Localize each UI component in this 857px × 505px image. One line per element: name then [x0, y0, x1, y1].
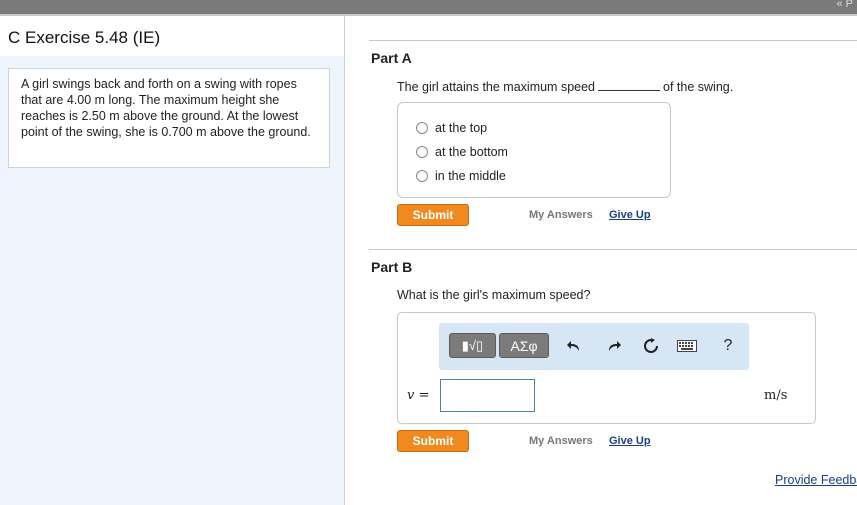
- part-b-divider: [369, 249, 857, 250]
- part-a-my-answers-link[interactable]: My Answers: [529, 209, 593, 221]
- provide-feedback-link[interactable]: Provide Feedback: [775, 473, 857, 487]
- keyboard-icon[interactable]: [676, 335, 698, 357]
- part-b-give-up-link[interactable]: Give Up: [609, 435, 651, 447]
- part-a-label: Part A: [371, 50, 412, 66]
- answer-options: at the top at the bottom in the middle: [397, 102, 671, 198]
- reset-icon[interactable]: [640, 335, 662, 357]
- templates-button[interactable]: ▮√▯: [449, 333, 496, 358]
- radio-button[interactable]: [416, 146, 428, 158]
- part-a-divider: [369, 40, 857, 41]
- symbols-button[interactable]: ΑΣφ: [499, 333, 549, 358]
- part-b-label: Part B: [371, 259, 413, 275]
- part-b-question: What is the girl's maximum speed?: [397, 288, 591, 302]
- help-icon[interactable]: ?: [717, 335, 739, 357]
- part-a-question-end: of the swing.: [663, 80, 734, 94]
- option-in-the-middle[interactable]: in the middle: [416, 166, 506, 186]
- part-a-question: The girl attains the maximum speed of the…: [397, 79, 733, 94]
- radio-button[interactable]: [416, 170, 428, 182]
- option-label: at the bottom: [435, 145, 508, 159]
- exercise-header: C Exercise 5.48 (IE): [0, 16, 344, 56]
- exercise-title: C Exercise 5.48 (IE): [8, 28, 161, 47]
- undo-icon[interactable]: [563, 335, 585, 357]
- option-label: at the top: [435, 121, 488, 135]
- radio-button[interactable]: [416, 122, 428, 134]
- panel-divider: [344, 16, 345, 505]
- answer-blank: [598, 79, 661, 91]
- redo-icon[interactable]: [603, 335, 625, 357]
- option-at-the-top[interactable]: at the top: [416, 118, 487, 138]
- part-a-question-start: The girl attains the maximum speed: [397, 80, 596, 94]
- part-b-my-answers-link[interactable]: My Answers: [529, 435, 593, 447]
- variable-label: v =: [407, 388, 430, 403]
- part-a-submit-button[interactable]: Submit: [397, 204, 469, 226]
- problem-panel: C Exercise 5.48 (IE) A girl swings back …: [0, 16, 344, 505]
- previous-nav-link[interactable]: « P: [836, 0, 853, 10]
- answer-input[interactable]: [440, 379, 535, 412]
- problem-statement: A girl swings back and forth on a swing …: [8, 68, 330, 168]
- math-toolbar: ▮√▯ ΑΣφ ?: [439, 323, 749, 370]
- part-a-give-up-link[interactable]: Give Up: [609, 209, 651, 221]
- part-b-submit-button[interactable]: Submit: [397, 430, 469, 452]
- top-bar: « P: [0, 0, 857, 14]
- option-at-the-bottom[interactable]: at the bottom: [416, 142, 508, 162]
- option-label: in the middle: [435, 169, 506, 183]
- unit-label: m/s: [764, 388, 788, 403]
